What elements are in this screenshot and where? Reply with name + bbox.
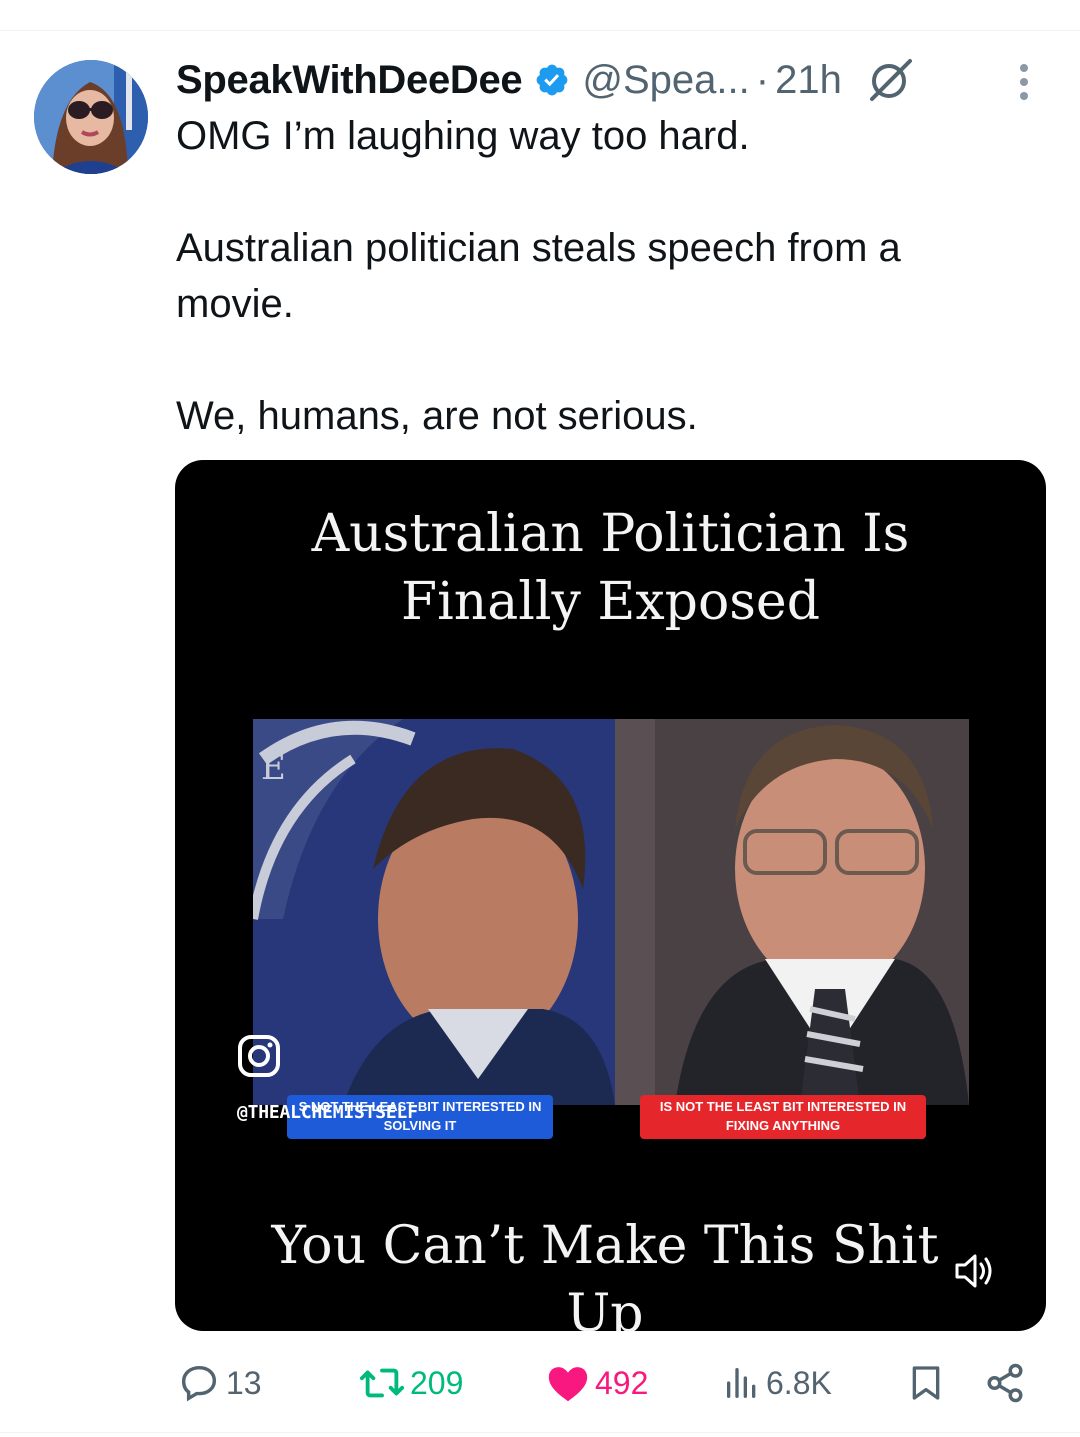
video-title-line: Australian Politician Is — [311, 504, 910, 564]
instagram-icon — [238, 1035, 280, 1077]
tweet-line: OMG I’m laughing way too hard. — [176, 114, 750, 158]
author-handle[interactable]: @Spea... — [582, 58, 749, 103]
svg-text:E: E — [261, 748, 286, 788]
tweet-text: OMG I’m laughing way too hard. Australia… — [176, 108, 1026, 444]
verified-badge-icon[interactable] — [534, 62, 570, 98]
bottom-divider — [0, 1432, 1080, 1433]
speaker-volume-icon[interactable] — [951, 1248, 997, 1294]
tweet-header: SpeakWithDeeDee @Spea... · 21h — [176, 54, 976, 106]
retweet-icon — [359, 1368, 405, 1398]
header-separator: · — [755, 57, 770, 102]
video-watermark: @THEALCHEMISTSELF — [237, 1102, 418, 1123]
video-bottom-line: You Can’t Make This Shit — [271, 1216, 939, 1276]
tweet-actions: 13 209 492 6.8K — [176, 1358, 1036, 1408]
video-title: Australian Politician Is Finally Exposed — [175, 500, 1046, 636]
video-caption-right: IS NOT THE LEAST BIT INTERESTED IN FIXIN… — [640, 1095, 926, 1139]
video-title-line: Finally Exposed — [401, 572, 820, 632]
video-bottom-text: You Can’t Make This Shit Up — [175, 1212, 1035, 1331]
share-button[interactable] — [984, 1358, 1030, 1408]
caption-line: IS NOT THE LEAST BIT INTERESTED IN — [659, 1099, 907, 1114]
tweet-timestamp[interactable]: 21h — [775, 58, 842, 103]
more-options-icon[interactable] — [1012, 62, 1036, 102]
tweet-line: Australian politician steals speech from… — [176, 226, 901, 326]
grok-icon[interactable] — [866, 55, 916, 105]
reply-button[interactable]: 13 — [176, 1358, 262, 1408]
views-button[interactable]: 6.8K — [722, 1358, 832, 1408]
top-divider — [0, 30, 1080, 31]
tweet-line: We, humans, are not serious. — [176, 394, 698, 438]
video-frames: E — [253, 719, 969, 1105]
retweet-count: 209 — [410, 1364, 464, 1401]
avatar[interactable] — [34, 60, 148, 174]
heart-icon — [548, 1367, 588, 1402]
video-bottom-line: Up — [566, 1284, 644, 1331]
video-frame-left: E — [253, 719, 615, 1105]
bookmark-icon — [912, 1366, 940, 1400]
retweet-button[interactable]: 209 — [358, 1358, 463, 1408]
like-button[interactable]: 492 — [545, 1358, 648, 1408]
video-frame-right — [615, 719, 969, 1105]
views-chart-icon — [727, 1368, 756, 1398]
video-player[interactable]: Australian Politician Is Finally Exposed… — [175, 460, 1046, 1331]
reply-count: 13 — [226, 1364, 262, 1401]
bookmark-button[interactable] — [906, 1358, 950, 1408]
view-count: 6.8K — [766, 1364, 832, 1401]
reply-icon — [181, 1365, 217, 1402]
share-icon — [987, 1363, 1023, 1403]
author-name[interactable]: SpeakWithDeeDee — [176, 58, 523, 103]
like-count: 492 — [595, 1364, 649, 1401]
caption-line: FIXING ANYTHING — [725, 1118, 841, 1133]
